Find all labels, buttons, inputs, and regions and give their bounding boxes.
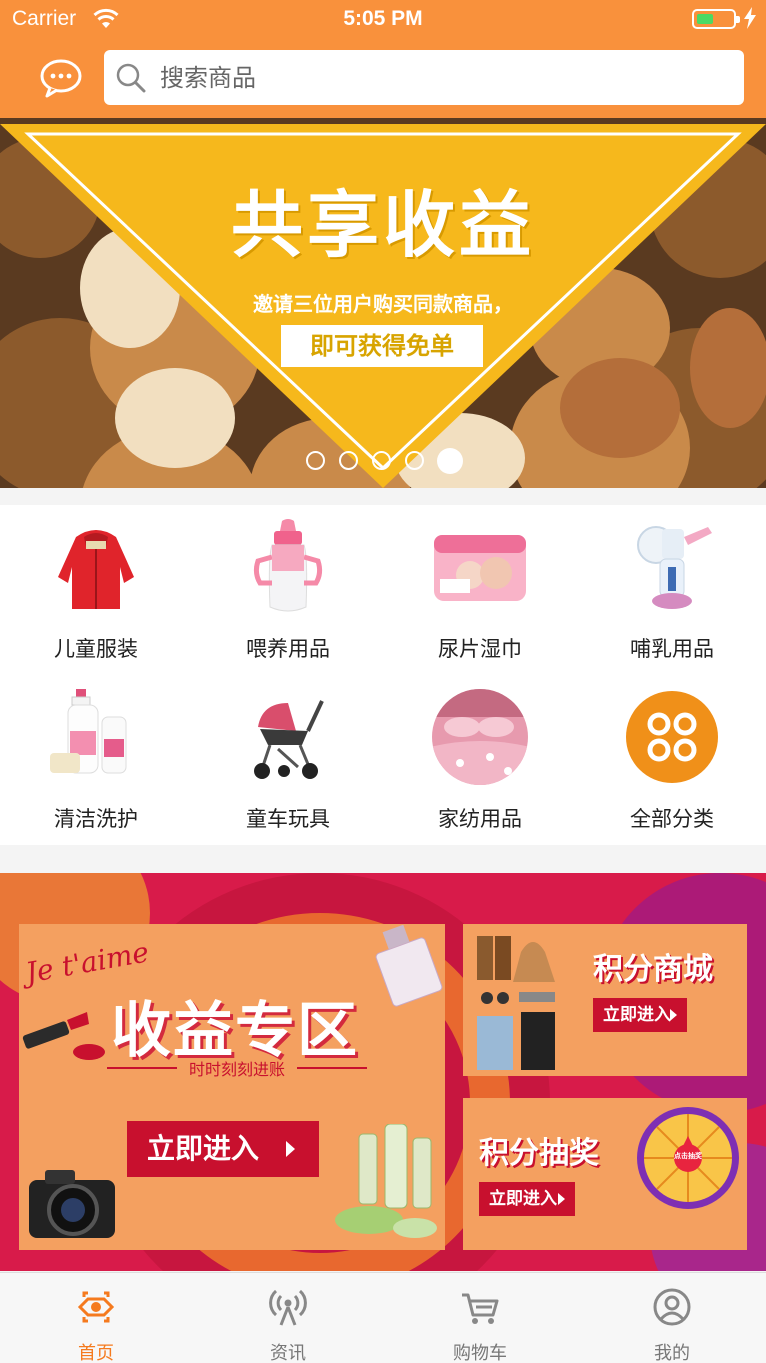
category-label: 喂养用品 (246, 637, 330, 661)
enter-button-label: 立即进入 (489, 1189, 557, 1209)
tab-label: 购物车 (453, 1343, 507, 1363)
enter-button-label: 立即进入 (603, 1005, 671, 1025)
category-label: 清洁洗护 (54, 807, 138, 831)
home-icon (77, 1291, 115, 1323)
points-mall-banner[interactable]: 积分商城 立即进入 (463, 924, 747, 1076)
points-lottery-banner[interactable]: 积分抽奖 立即进入 点击抽奖 (463, 1098, 747, 1250)
cart-icon (462, 1293, 499, 1324)
clock: 5:05 PM (343, 7, 423, 30)
battery-icon (692, 9, 740, 29)
camera-image (29, 1170, 115, 1238)
category-strollers[interactable]: 童车玩具 (192, 675, 384, 845)
carousel-dot[interactable] (339, 451, 358, 470)
carousel-dot[interactable] (372, 451, 391, 470)
bottom-tab-bar: 首页 资讯 购物车 我的 (0, 1272, 766, 1363)
top-header: Carrier 5:05 PM (0, 0, 766, 118)
category-label: 家纺用品 (438, 807, 522, 831)
points-mall-enter-button[interactable]: 立即进入 (593, 998, 687, 1032)
category-nursing[interactable]: 哺乳用品 (576, 505, 766, 675)
lottery-wheel-label: 点击抽奖 (674, 1152, 702, 1160)
grid-four-icon (626, 691, 718, 783)
carousel-dot[interactable] (405, 451, 424, 470)
category-feeding[interactable]: 喂养用品 (192, 505, 384, 675)
kids-jacket-icon (58, 530, 134, 609)
category-cleaning[interactable]: 清洁洗护 (0, 675, 192, 845)
promo-banner[interactable]: 共享收益 邀请三位用户购买同款商品， 即可获得免单 (0, 118, 766, 488)
banner-title: 共享收益 (230, 183, 535, 267)
category-label: 童车玩具 (246, 807, 330, 831)
tab-label: 资讯 (270, 1343, 306, 1363)
fashion-items-image (477, 936, 555, 1070)
baby-bottle-icon (253, 519, 323, 612)
skincare-image (335, 1124, 437, 1238)
bath-bottles-icon (50, 689, 127, 774)
perfume-image (375, 924, 443, 1007)
promo-section: Je t'aime 收益专区 时时刻刻进账 立即进入 积分商城 立即进入 积分抽… (0, 873, 766, 1271)
diaper-pack-icon (434, 535, 526, 601)
earnings-zone-banner[interactable]: Je t'aime 收益专区 时时刻刻进账 立即进入 (19, 924, 445, 1250)
charging-bolt-icon (744, 7, 756, 29)
category-grid: 儿童服装 喂养用品 尿片湿巾 哺乳用品 清洁洗护 童车玩具 家纺用品 全部分类 (0, 505, 766, 845)
points-lottery-enter-button[interactable]: 立即进入 (479, 1182, 575, 1216)
tab-label: 我的 (654, 1343, 690, 1363)
message-icon[interactable] (38, 58, 84, 98)
search-icon (116, 63, 146, 93)
earnings-enter-button[interactable]: 立即进入 (127, 1121, 319, 1177)
points-mall-title: 积分商城 (593, 952, 713, 987)
tab-cart[interactable]: 购物车 (384, 1273, 576, 1363)
banner-free-order-label: 即可获得免单 (281, 325, 483, 367)
category-diapers[interactable]: 尿片湿巾 (384, 505, 576, 675)
tab-news[interactable]: 资讯 (192, 1273, 384, 1363)
bedding-icon (432, 689, 528, 785)
points-lottery-title: 积分抽奖 (479, 1136, 599, 1171)
search-bar[interactable] (104, 50, 744, 105)
category-label: 全部分类 (630, 807, 714, 831)
lipstick-image (22, 1012, 105, 1060)
tab-label: 首页 (78, 1343, 114, 1363)
search-input[interactable] (160, 50, 720, 105)
carousel-dot[interactable] (306, 451, 325, 470)
category-kids-clothing[interactable]: 儿童服装 (0, 505, 192, 675)
category-bedding[interactable]: 家纺用品 (384, 675, 576, 845)
breast-pump-icon (637, 526, 712, 609)
tab-profile[interactable]: 我的 (576, 1273, 766, 1363)
enter-button-label: 立即进入 (147, 1132, 260, 1165)
category-label: 儿童服装 (54, 637, 138, 661)
banner-subtitle: 邀请三位用户购买同款商品， (253, 292, 513, 316)
stroller-icon (254, 700, 324, 779)
broadcast-icon (269, 1289, 307, 1326)
category-label: 尿片湿巾 (438, 637, 522, 661)
category-label: 哺乳用品 (630, 637, 714, 661)
profile-icon (653, 1288, 691, 1326)
category-all[interactable]: 全部分类 (576, 675, 766, 845)
status-bar: Carrier 5:05 PM (0, 0, 766, 40)
tab-home[interactable]: 首页 (0, 1273, 192, 1363)
carousel-dot-active[interactable] (437, 448, 463, 474)
